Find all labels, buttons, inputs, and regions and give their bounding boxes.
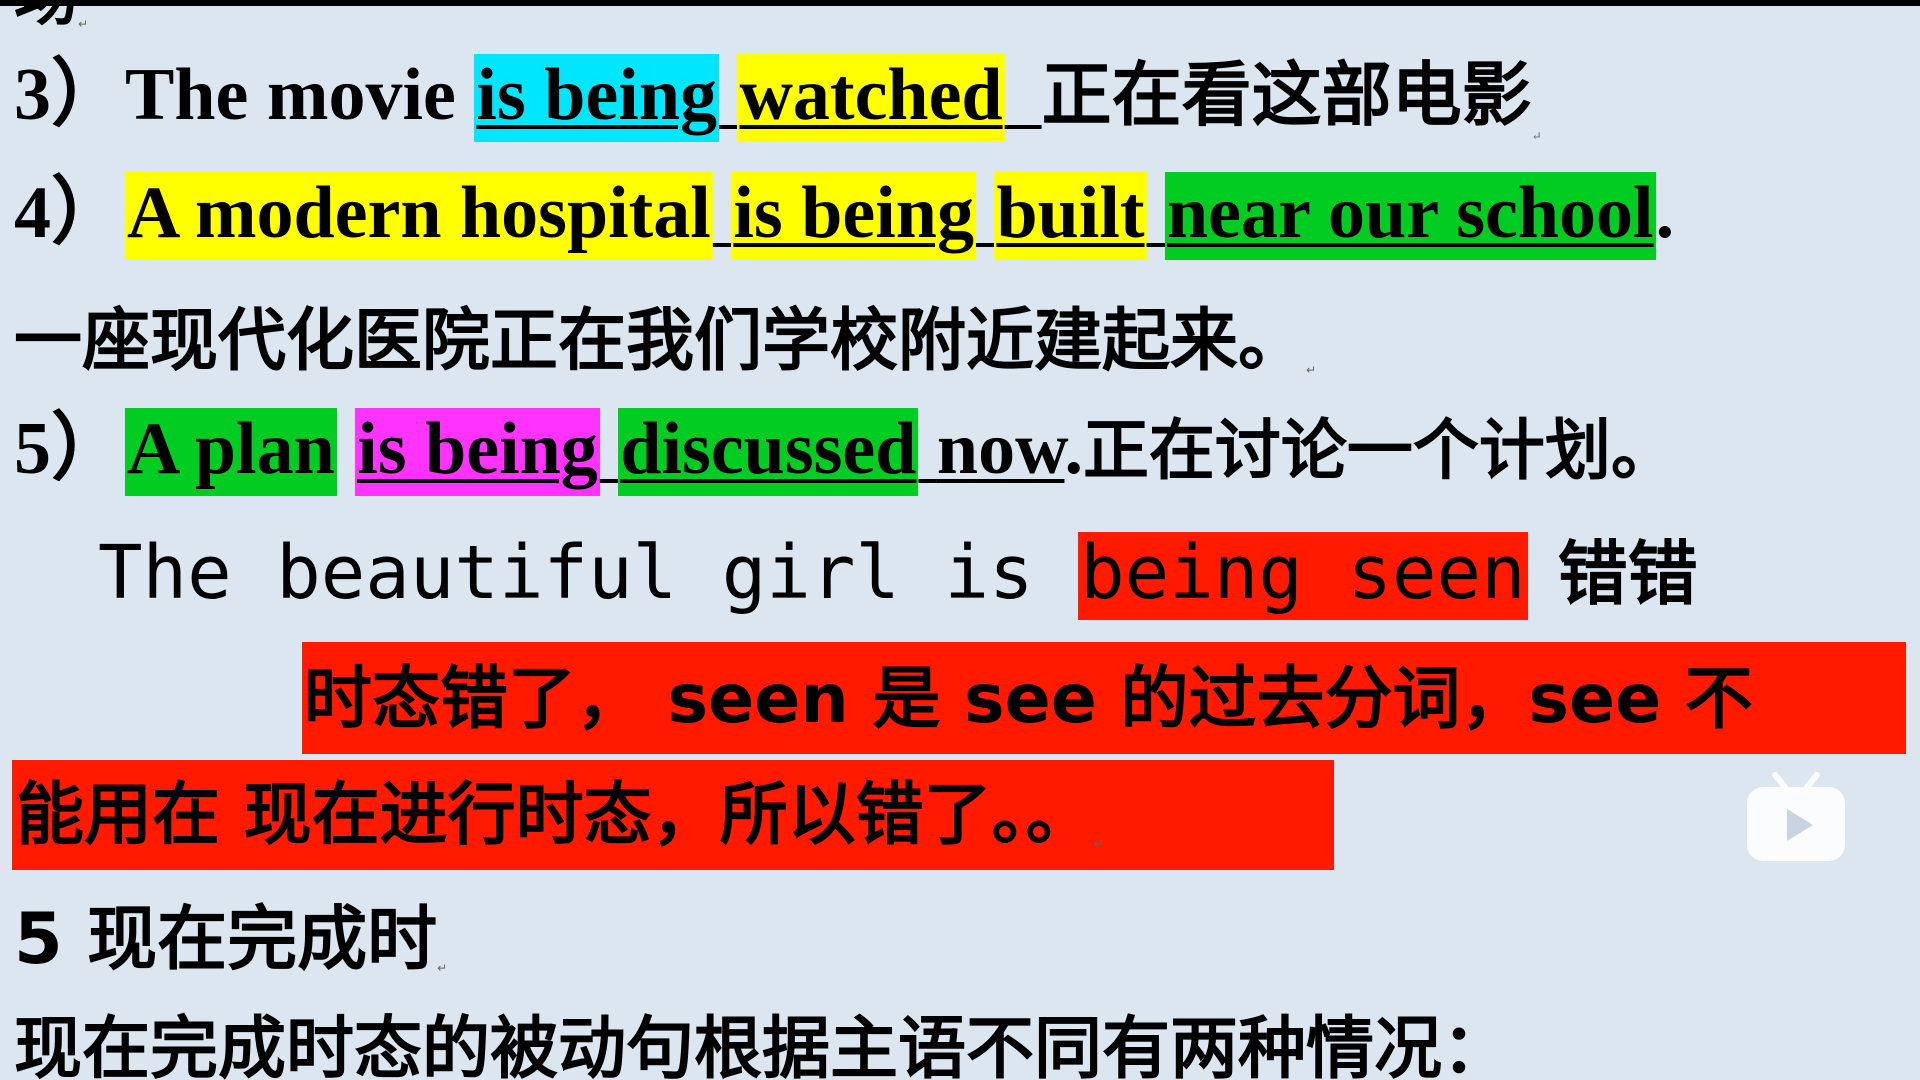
play-icon-svg [1747, 772, 1845, 861]
example-4-aux: is being [731, 172, 976, 260]
example-4-space3 [1147, 172, 1166, 254]
example-5-space [337, 408, 356, 490]
section-description-text: 现在完成时态的被动句根据主语不同有两种情况： [14, 1010, 1511, 1080]
section-title: 5 现在完成时↵ [14, 904, 447, 974]
example-3-space [719, 54, 738, 136]
example-5-subject: A plan [125, 408, 337, 496]
example-5-verb: discussed [618, 408, 919, 496]
example-5: 5）A plan is being discussed now.正在讨论一个计划… [14, 408, 1677, 496]
correction-line-1: 时态错了， seen 是 see 的过去分词，see 不 [304, 666, 1753, 734]
correction-line-2-text: 能用在 现在进行时态，所以错了。。 [16, 776, 1094, 855]
example-3: 3）The movie is being watched 正在看这部电影↵ [14, 54, 1542, 142]
wrong-example: The beautiful girl is being seen 错错 [98, 532, 1698, 620]
example-5-aux: is being [355, 408, 600, 496]
example-4-verb: built [994, 172, 1147, 260]
example-5-end: . [1064, 408, 1083, 490]
example-4-end: . [1655, 172, 1675, 254]
example-5-space3 [918, 408, 937, 490]
example-3-space2 [1005, 54, 1042, 136]
section-description: 现在完成时态的被动句根据主语不同有两种情况： [14, 1016, 1510, 1080]
paragraph-mark: ↵ [1093, 837, 1104, 851]
paragraph-mark: ↵ [437, 961, 448, 975]
top-fragment: 场↵ [14, 6, 88, 30]
example-3-subject: The movie [125, 54, 475, 136]
example-3-verb: watched [737, 54, 1005, 142]
wrong-example-text: The beautiful girl is [98, 530, 1079, 616]
document-page: 场↵ 3）The movie is being watched 正在看这部电影↵… [0, 6, 1920, 1080]
example-4-translation-text: 一座现代化医院正在我们学校附近建起来。 [14, 302, 1307, 381]
example-3-aux: is being [474, 54, 719, 142]
paragraph-mark: ↵ [1306, 363, 1317, 377]
example-4-subject: A modern hospital [125, 172, 713, 260]
example-4-num: 4） [14, 172, 125, 254]
example-5-space2 [600, 408, 619, 490]
example-4: 4）A modern hospital is being built near … [14, 172, 1674, 260]
example-5-translation: 正在讨论一个计划。 [1082, 412, 1677, 489]
example-4-place: near our school [1165, 172, 1656, 260]
example-4-space [713, 172, 732, 254]
top-fragment-text: 场 [14, 6, 78, 35]
wrong-label: 错错 [1557, 533, 1698, 615]
paragraph-mark: ↵ [1531, 129, 1542, 143]
paragraph-mark: ↵ [78, 17, 89, 31]
wrong-example-highlight: being seen [1078, 532, 1528, 620]
correction-line-1-text: 时态错了， seen 是 see 的过去分词，see 不 [304, 660, 1753, 739]
example-3-translation: 正在看这部电影 [1041, 54, 1532, 136]
correction-line-2: 能用在 现在进行时态，所以错了。。↵ [16, 782, 1104, 851]
example-4-translation: 一座现代化医院正在我们学校附近建起来。↵ [14, 308, 1317, 377]
section-title-text: 5 现在完成时 [14, 898, 438, 980]
play-icon[interactable] [1745, 771, 1847, 863]
example-5-num: 5） [14, 408, 125, 490]
example-4-space2 [976, 172, 995, 254]
example-5-time: now [936, 408, 1065, 490]
example-3-num: 3） [14, 54, 125, 136]
